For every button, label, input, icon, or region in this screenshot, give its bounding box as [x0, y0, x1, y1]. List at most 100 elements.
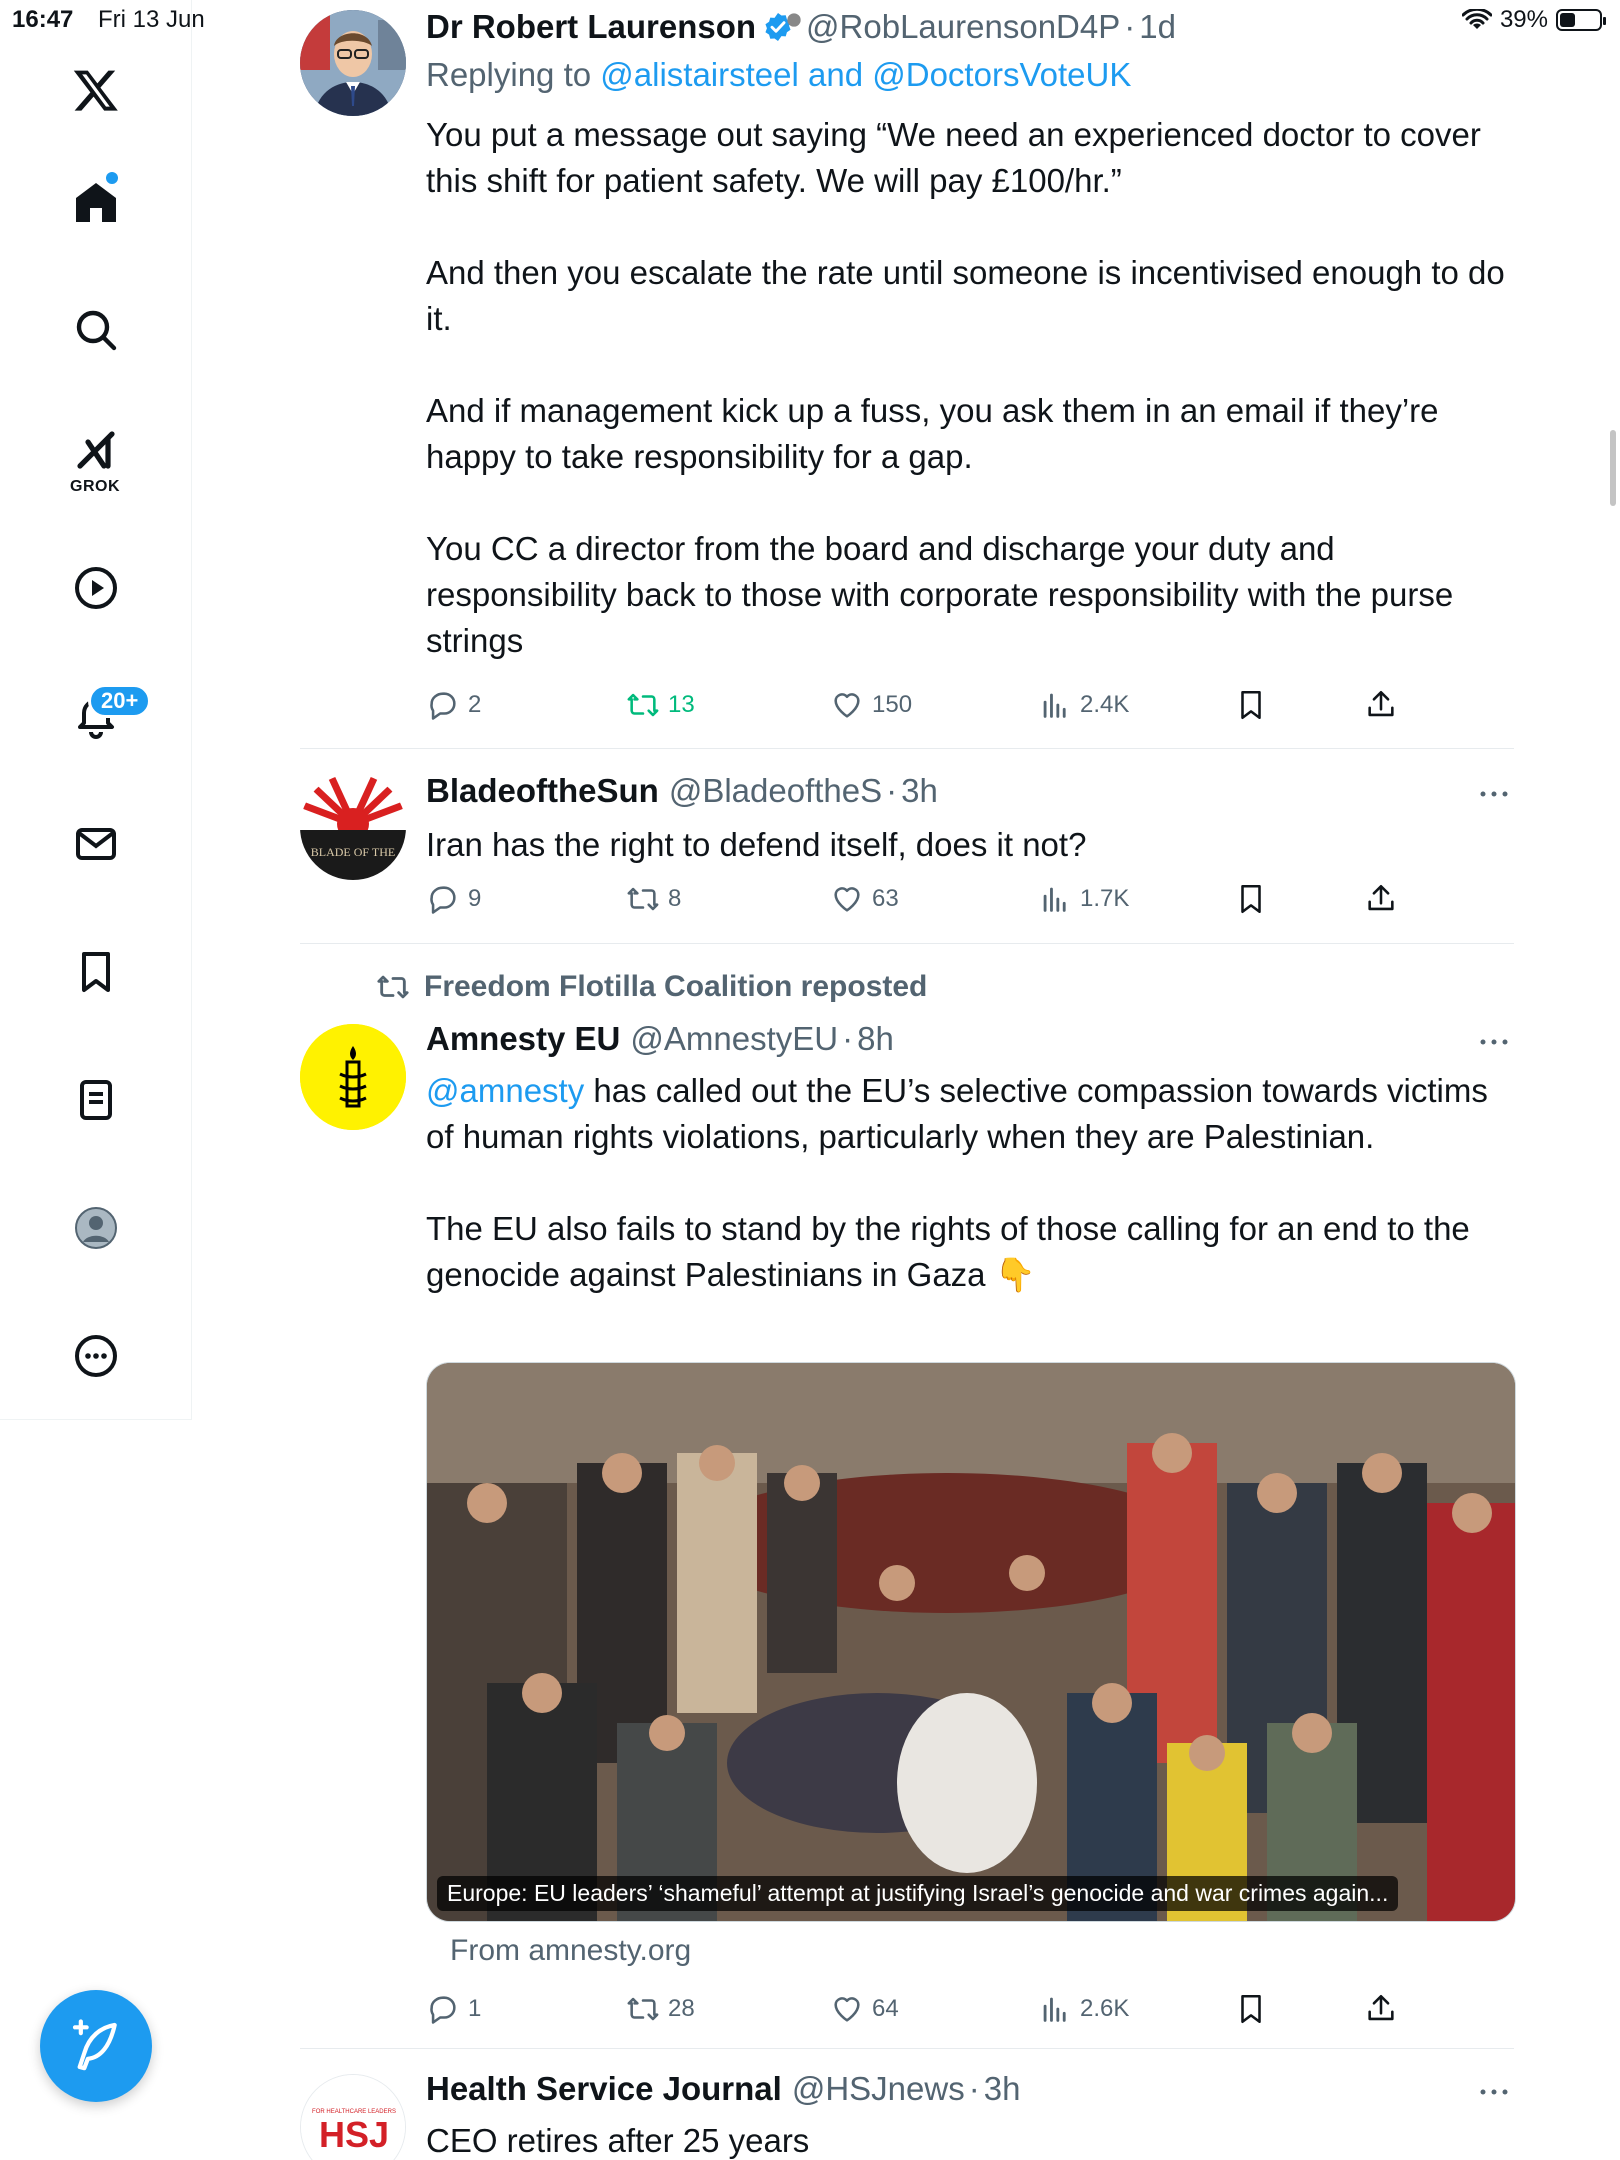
tweet-time[interactable]: 3h	[984, 2070, 1021, 2108]
tweet-paragraph: And if management kick up a fuss, you as…	[426, 392, 1439, 475]
bookmark-icon	[1241, 884, 1261, 914]
bookmark-button[interactable]	[1234, 1992, 1268, 2026]
scrollbar-thumb[interactable]	[1610, 430, 1616, 506]
tweet[interactable]: Dr Robert Laurenson @RobLaurensonD4P · 1…	[300, 8, 1514, 728]
mention-link[interactable]: @DoctorsVoteUK	[872, 56, 1131, 93]
reply-button[interactable]: 9	[426, 882, 481, 916]
tweet-text: You put a message out saying “We need an…	[426, 112, 1516, 664]
profile-icon[interactable]	[56, 1188, 136, 1268]
avatar-portrait-icon	[300, 10, 406, 116]
messages-icon[interactable]	[56, 804, 136, 884]
like-button[interactable]: 150	[830, 688, 912, 722]
author-name[interactable]: Amnesty EU	[426, 1020, 620, 1058]
reply-button[interactable]: 1	[426, 1992, 481, 2026]
reply-count: 1	[468, 1995, 482, 2022]
author-handle[interactable]: @HSJnews	[792, 2070, 965, 2108]
lists-icon[interactable]	[56, 1060, 136, 1140]
views-button[interactable]: 1.7K	[1038, 882, 1129, 916]
x-logo-icon[interactable]	[56, 50, 136, 130]
avatar[interactable]: BLADE OF THE	[300, 774, 406, 880]
link-card-source[interactable]: From amnesty.org	[450, 1934, 691, 1968]
unread-dot	[106, 172, 118, 184]
retweet-icon	[627, 693, 659, 717]
tweet-actions: 1 28 64 2.6K	[426, 1992, 1426, 2032]
tweet-paragraph: And then you escalate the rate until som…	[426, 254, 1505, 337]
share-icon	[1368, 884, 1394, 911]
like-count: 150	[872, 691, 913, 718]
views-icon	[1043, 1997, 1066, 2022]
more-options-button[interactable]	[1474, 1022, 1514, 1062]
hsj-logo-icon: FOR HEALTHCARE LEADERS HSJ	[301, 2075, 405, 2160]
views-button[interactable]: 2.4K	[1038, 688, 1129, 722]
avatar-rising-sun-icon: BLADE OF THE	[300, 774, 406, 880]
more-options-icon[interactable]	[56, 1316, 136, 1396]
tweet-time[interactable]: 1d	[1139, 8, 1176, 46]
share-button[interactable]	[1364, 882, 1398, 916]
like-button[interactable]: 64	[830, 1992, 899, 2026]
share-icon	[1368, 690, 1394, 717]
avatar[interactable]	[300, 10, 406, 116]
tweet-time[interactable]: 3h	[901, 772, 938, 810]
tweet[interactable]: FOR HEALTHCARE LEADERS HSJ Health Servic…	[300, 2070, 1514, 2160]
divider	[300, 943, 1514, 944]
retweet-count: 28	[668, 1995, 695, 2022]
more-options-button[interactable]	[1474, 774, 1514, 814]
retweet-count: 13	[668, 691, 695, 718]
tweet[interactable]: Freedom Flotilla Coalition reposted Amne…	[300, 970, 1516, 2040]
mention-link[interactable]: @alistairsteel	[600, 56, 799, 93]
share-button[interactable]	[1364, 688, 1398, 722]
views-icon	[1043, 887, 1066, 912]
amnesty-candle-icon	[300, 1024, 406, 1130]
avatar[interactable]: FOR HEALTHCARE LEADERS HSJ	[300, 2074, 406, 2160]
view-count: 2.6K	[1080, 1995, 1130, 2022]
share-button[interactable]	[1364, 1992, 1398, 2026]
retweet-button[interactable]: 13	[626, 688, 695, 722]
author-handle[interactable]: @AmnestyEU	[630, 1020, 838, 1058]
more-options-button[interactable]	[1474, 2072, 1514, 2112]
video-icon[interactable]	[56, 548, 136, 628]
link-card-image[interactable]: Europe: EU leaders’ ‘shameful’ attempt a…	[426, 1362, 1516, 1922]
tweet-paragraph: The EU also fails to stand by the rights…	[426, 1210, 1470, 1293]
reply-icon	[430, 1996, 456, 2024]
author-name[interactable]: BladeoftheSun	[426, 772, 659, 810]
compose-post-button[interactable]	[40, 1990, 152, 2102]
reply-button[interactable]: 2	[426, 688, 481, 722]
author-handle[interactable]: @BladeoftheS	[669, 772, 882, 810]
more-dots-icon	[1480, 791, 1508, 797]
author-name[interactable]: Dr Robert Laurenson	[426, 8, 756, 46]
view-count: 1.7K	[1080, 885, 1130, 912]
tweet-time[interactable]: 8h	[857, 1020, 894, 1058]
tweet-text: Iran has the right to defend itself, doe…	[426, 826, 1087, 863]
home-icon[interactable]	[56, 162, 136, 242]
bookmark-button[interactable]	[1234, 688, 1268, 722]
heart-icon	[834, 887, 860, 912]
hsj-logo-text: HSJ	[319, 2114, 389, 2155]
replying-to: Replying to @alistairsteel and @DoctorsV…	[426, 56, 1132, 93]
tweet[interactable]: BLADE OF THE BladeoftheSun @BladeoftheS …	[300, 772, 1514, 932]
tweet-header: Dr Robert Laurenson @RobLaurensonD4P · 1…	[426, 8, 1176, 46]
tweet-text: @amnesty has called out the EU’s selecti…	[426, 1068, 1516, 1298]
reposted-by[interactable]: Freedom Flotilla Coalition reposted	[424, 970, 927, 1004]
retweet-count: 8	[668, 885, 682, 912]
search-icon[interactable]	[56, 290, 136, 370]
heart-icon	[834, 693, 860, 718]
battery-icon	[1556, 9, 1606, 31]
like-button[interactable]: 63	[830, 882, 899, 916]
share-icon	[1368, 1994, 1394, 2021]
author-handle[interactable]: @RobLaurensonD4P	[806, 8, 1120, 46]
retweet-icon	[627, 887, 659, 911]
reply-icon	[430, 692, 456, 720]
mention-link[interactable]: @amnesty	[426, 1072, 584, 1109]
heart-icon	[834, 1997, 860, 2022]
compose-feather-icon	[72, 2019, 117, 2071]
retweet-button[interactable]: 28	[626, 1992, 695, 2026]
link-card-title[interactable]: Europe: EU leaders’ ‘shameful’ attempt a…	[437, 1876, 1399, 1911]
retweet-button[interactable]: 8	[626, 882, 681, 916]
views-button[interactable]: 2.6K	[1038, 1992, 1129, 2026]
bookmark-button[interactable]	[1234, 882, 1268, 916]
author-name[interactable]: Health Service Journal	[426, 2070, 782, 2108]
reply-icon	[430, 886, 456, 914]
repost-indicator: Freedom Flotilla Coalition reposted	[376, 970, 927, 1004]
bookmarks-icon[interactable]	[56, 932, 136, 1012]
avatar[interactable]	[300, 1024, 406, 1130]
